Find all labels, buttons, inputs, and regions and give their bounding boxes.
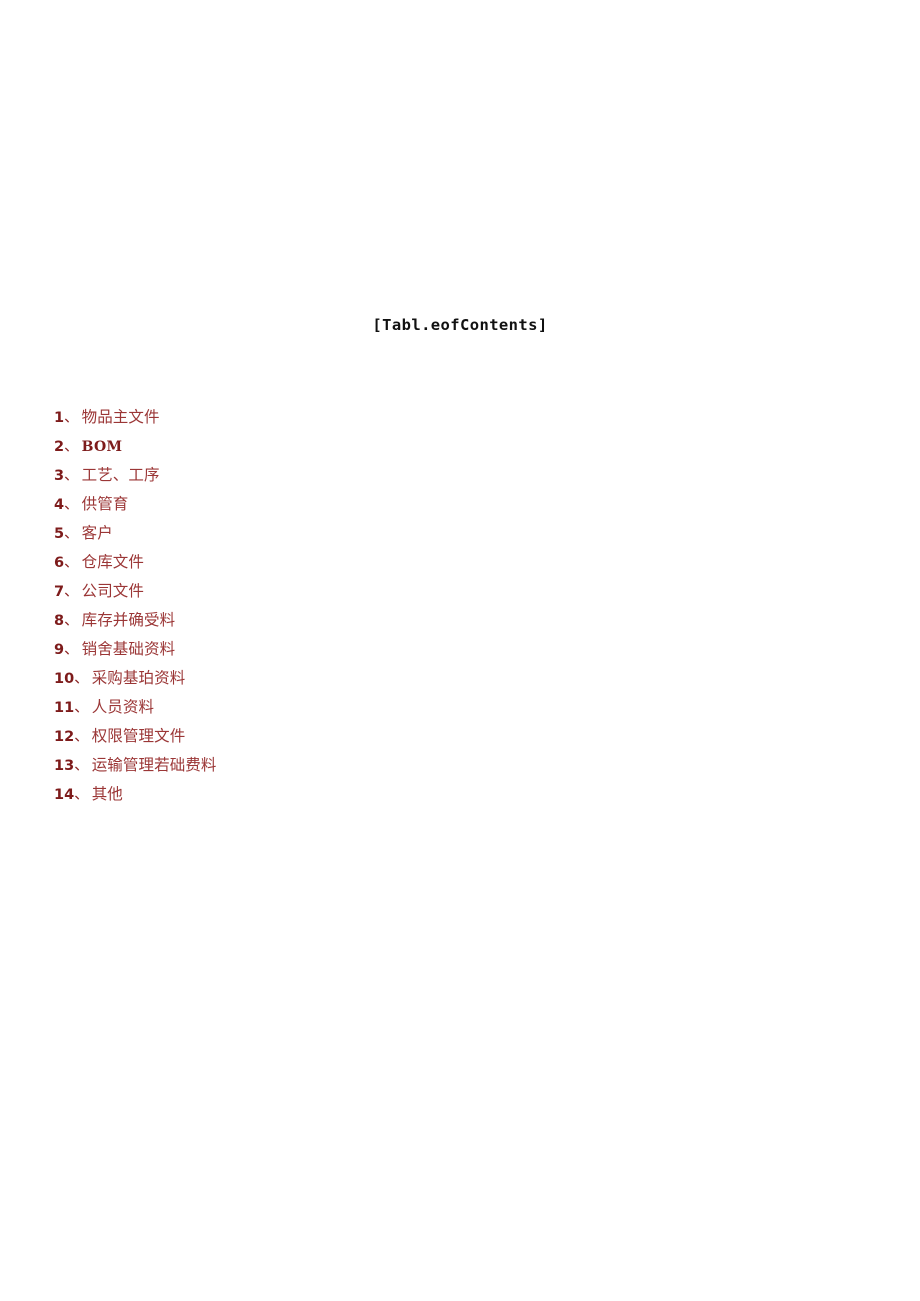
toc-entry-index: 4 [54, 497, 65, 513]
toc-entry-index: 3 [54, 468, 65, 484]
toc-entry-label: 库存并确受料 [81, 611, 176, 629]
toc-entry-label: BOM [81, 439, 123, 455]
toc-entry[interactable]: 13、 运输管理若础费料 [54, 751, 554, 780]
toc-entry-label: 物品主文件 [81, 408, 160, 426]
toc-entry-separator: 、 [64, 439, 79, 455]
toc-entry-separator: 、 [64, 555, 79, 571]
toc-entry-label: 其他 [91, 785, 123, 803]
toc-entry[interactable]: 14、 其他 [54, 780, 554, 809]
toc-entry-index: 14 [54, 787, 75, 803]
toc-entry-label: 客户 [81, 524, 113, 542]
toc-entry-separator: 、 [64, 526, 79, 542]
toc-entry-label: 运输管理若础费料 [91, 756, 217, 774]
toc-entry[interactable]: 4、 供管育 [54, 490, 554, 519]
toc-entry-separator: 、 [64, 410, 79, 426]
toc-entry-separator: 、 [74, 758, 89, 774]
toc-entry-separator: 、 [74, 671, 89, 687]
toc-entry-separator: 、 [74, 787, 89, 803]
toc-entry[interactable]: 2、 BOM [54, 432, 554, 461]
toc-entry-index: 6 [54, 555, 65, 571]
toc-entry-index: 7 [54, 584, 65, 600]
toc-entry-index: 9 [54, 642, 65, 658]
toc-entry-separator: 、 [64, 584, 79, 600]
toc-entry[interactable]: 9、 销舍基础资料 [54, 635, 554, 664]
toc-entry-label: 仓库文件 [81, 553, 144, 571]
toc-entry-separator: 、 [74, 729, 89, 745]
toc-entry[interactable]: 7、 公司文件 [54, 577, 554, 606]
toc-entry[interactable]: 8、 库存并确受料 [54, 606, 554, 635]
toc-entry-label: 供管育 [81, 495, 129, 513]
toc-entry-index: 2 [54, 439, 65, 455]
toc-entry-separator: 、 [64, 613, 79, 629]
document-page: [Tabl.eofContents] 1、 物品主文件 2、 BOM 3、 工艺、工序 4、… [0, 0, 920, 1301]
toc-entry-separator: 、 [64, 497, 79, 513]
toc-entry-index: 13 [54, 758, 75, 774]
toc-entry-label: 公司文件 [81, 582, 144, 600]
toc-entry-index: 10 [54, 671, 75, 687]
toc-entry[interactable]: 10、 采购基珀资料 [54, 664, 554, 693]
toc-entry-label: 采购基珀资料 [91, 669, 186, 687]
toc-entry[interactable]: 11、 人员资料 [54, 693, 554, 722]
toc-entry-label: 权限管理文件 [91, 727, 186, 745]
toc-entry-separator: 、 [74, 700, 89, 716]
toc-entry[interactable]: 1、 物品主文件 [54, 403, 554, 432]
toc-entry-label: 工艺、工序 [81, 466, 160, 484]
toc-entry-index: 5 [54, 526, 65, 542]
toc-entry[interactable]: 3、 工艺、工序 [54, 461, 554, 490]
toc-entry-separator: 、 [64, 642, 79, 658]
toc-entry-label: 人员资料 [91, 698, 155, 716]
table-of-contents-list: 1、 物品主文件 2、 BOM 3、 工艺、工序 4、 供管育 5、 客户 6、 仓库文件 7、 公司文件… [54, 403, 554, 809]
toc-entry[interactable]: 6、 仓库文件 [54, 548, 554, 577]
toc-entry[interactable]: 5、 客户 [54, 519, 554, 548]
toc-entry-index: 1 [54, 410, 65, 426]
toc-entry-index: 8 [54, 613, 65, 629]
page-title: [Tabl.eofContents] [372, 316, 548, 334]
toc-entry[interactable]: 12、 权限管理文件 [54, 722, 554, 751]
toc-entry-label: 销舍基础资料 [81, 640, 176, 658]
toc-entry-index: 12 [54, 729, 75, 745]
toc-entry-separator: 、 [64, 468, 79, 484]
toc-entry-index: 11 [54, 700, 75, 716]
